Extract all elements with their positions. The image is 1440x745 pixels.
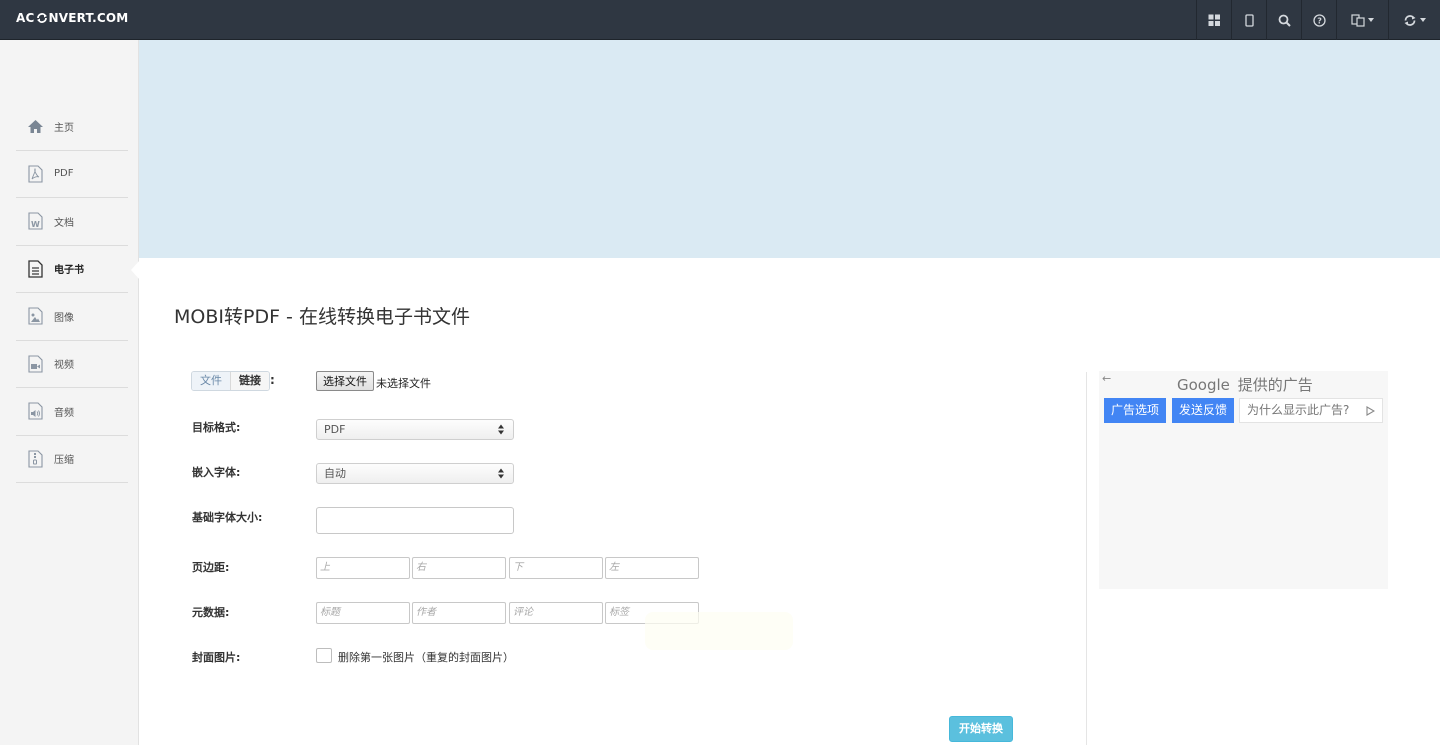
ad-provider-suffix: 提供的广告 <box>1237 376 1313 394</box>
start-convert-button[interactable]: 开始转换 <box>949 716 1013 742</box>
margin-bottom-input[interactable]: 下 <box>509 557 603 579</box>
sidebar-item-label: PDF <box>54 168 74 180</box>
sidebar-item-label: 视频 <box>54 360 74 372</box>
select-arrows-icon <box>498 468 504 479</box>
sidebar-item-home[interactable]: 主页 <box>16 103 128 151</box>
audio-icon <box>26 402 44 420</box>
embed-font-value: 自动 <box>324 467 346 480</box>
help-icon[interactable]: ? <box>1301 0 1336 40</box>
adchoices-icon <box>1366 406 1375 416</box>
cover-label: 封面图片: <box>192 651 241 664</box>
refresh-icon[interactable] <box>1388 0 1440 40</box>
target-format-label: 目标格式: <box>192 421 241 434</box>
sidebar-item-video[interactable]: 视频 <box>16 341 128 388</box>
sidebar-item-label: 电子书 <box>54 265 84 277</box>
image-icon <box>26 307 44 325</box>
grid-icon[interactable] <box>1196 0 1231 40</box>
sidebar-item-label: 图像 <box>54 312 74 324</box>
choose-file-button[interactable]: 选择文件 <box>316 371 374 391</box>
sidebar-item-label: 主页 <box>54 122 74 134</box>
margin-right-input[interactable]: 右 <box>412 557 506 579</box>
file-status-text: 未选择文件 <box>376 377 431 390</box>
margin-top-input[interactable]: 上 <box>316 557 410 579</box>
chevron-down-icon <box>1420 18 1426 22</box>
google-logo-text: Google <box>1177 376 1230 394</box>
tab-file[interactable]: 文件 <box>192 372 230 390</box>
logo-text-end: NVERT.COM <box>48 11 129 25</box>
source-tabs: 文件 链接 <box>191 371 270 391</box>
sidebar-item-ebook[interactable]: 电子书 <box>16 246 128 293</box>
embed-font-label: 嵌入字体: <box>192 466 241 479</box>
metadata-title-input[interactable]: 标题 <box>316 602 410 624</box>
svg-text:?: ? <box>1317 16 1322 25</box>
home-icon <box>26 117 44 135</box>
source-colon: : <box>270 373 275 387</box>
sidebar-item-archive[interactable]: 压缩 <box>16 436 128 483</box>
sidebar-item-label: 文档 <box>54 217 74 229</box>
pdf-icon <box>26 165 44 183</box>
document-icon: W <box>26 212 44 230</box>
target-format-value: PDF <box>324 423 346 436</box>
chevron-down-icon <box>1368 18 1374 22</box>
logo-refresh-icon <box>36 13 47 23</box>
archive-icon <box>26 450 44 468</box>
top-ad-banner <box>139 40 1440 258</box>
select-arrows-icon <box>498 424 504 435</box>
embed-font-select[interactable]: 自动 <box>316 463 514 484</box>
logo-text-start: AC <box>16 11 35 25</box>
ebook-icon <box>26 260 44 278</box>
svg-text:W: W <box>31 220 40 229</box>
remove-cover-checkbox[interactable] <box>316 648 332 663</box>
site-logo[interactable]: AC NVERT.COM <box>16 11 128 25</box>
send-feedback-button[interactable]: 发送反馈 <box>1172 398 1235 423</box>
base-font-size-label: 基础字体大小: <box>192 511 263 524</box>
why-this-ad-button[interactable]: 为什么显示此广告? <box>1239 398 1383 423</box>
active-indicator <box>131 260 140 280</box>
sidebar-item-audio[interactable]: 音频 <box>16 388 128 436</box>
search-icon[interactable] <box>1266 0 1301 40</box>
tab-link[interactable]: 链接 <box>230 372 269 390</box>
remove-cover-label: 删除第一张图片（重复的封面图片） <box>338 651 514 664</box>
margin-left-input[interactable]: 左 <box>605 557 699 579</box>
video-icon <box>26 355 44 373</box>
why-this-ad-label: 为什么显示此广告? <box>1247 403 1350 417</box>
metadata-comment-input[interactable]: 评论 <box>509 602 603 624</box>
column-divider <box>1086 372 1087 745</box>
language-icon[interactable] <box>1336 0 1388 40</box>
metadata-author-input[interactable]: 作者 <box>412 602 506 624</box>
faded-watermark <box>645 612 793 650</box>
metadata-label: 元数据: <box>192 606 230 619</box>
target-format-select[interactable]: PDF <box>316 419 514 440</box>
sidebar-menu: 主页 PDF W 文档 电子书 图像 视频 音频 压缩 <box>16 103 128 483</box>
sidebar-item-label: 音频 <box>54 407 74 419</box>
sidebar: 主页 PDF W 文档 电子书 图像 视频 音频 压缩 <box>0 40 140 745</box>
top-navbar: AC NVERT.COM ? <box>0 0 1440 40</box>
sidebar-item-pdf[interactable]: PDF <box>16 151 128 198</box>
margins-label: 页边距: <box>192 561 230 574</box>
sidebar-item-label: 压缩 <box>54 455 74 467</box>
back-arrow-icon[interactable]: ← <box>1102 372 1111 385</box>
ad-provider-line: Google 提供的广告 <box>1177 374 1313 395</box>
sidebar-item-image[interactable]: 图像 <box>16 293 128 341</box>
base-font-size-input[interactable] <box>316 507 514 534</box>
sidebar-item-document[interactable]: W 文档 <box>16 198 128 246</box>
ad-options-button[interactable]: 广告选项 <box>1104 398 1167 423</box>
mobile-icon[interactable] <box>1231 0 1266 40</box>
page-title: MOBI转PDF - 在线转换电子书文件 <box>174 306 470 328</box>
